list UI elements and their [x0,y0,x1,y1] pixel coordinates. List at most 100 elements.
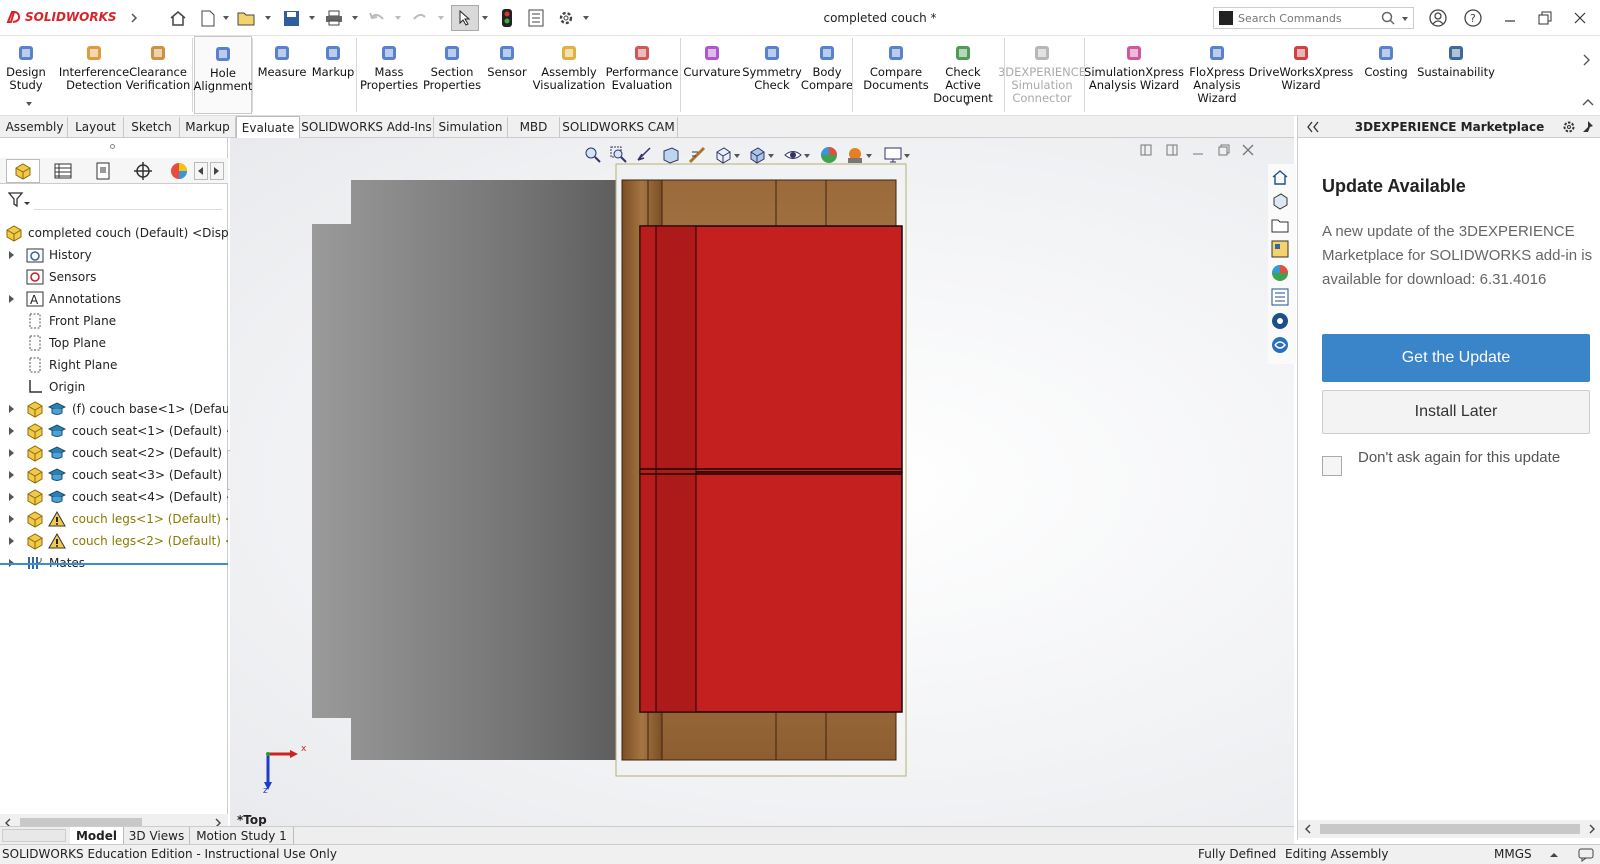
property-manager-tab[interactable] [46,159,80,183]
feature-manager-tab[interactable] [6,159,40,183]
pane-scroll-right-icon[interactable] [1588,824,1596,834]
help-icon[interactable]: ? [1463,8,1483,28]
design-library-icon[interactable] [1268,190,1292,212]
rebuild-icon[interactable] [497,8,517,28]
ribbon-button-floxpress-analysis[interactable]: FloXpress Analysis Wizard [1188,36,1246,114]
tree-item-couch-seat-1-default-d[interactable]: couch seat<1> (Default) <<D [0,420,228,442]
expand-arrow-icon[interactable] [9,515,14,523]
ribbon-button-3dexperience-simulation[interactable]: 3DEXPERIENCE Simulation Connector [998,36,1086,114]
menu-expand-icon[interactable] [124,8,144,28]
ribbon-button-assembly-visualization[interactable]: Assembly Visualization [532,36,606,114]
status-units[interactable]: MMGS [1494,847,1532,861]
expand-arrow-icon[interactable] [9,471,14,479]
ribbon-button-curvature[interactable]: Curvature [683,36,741,114]
tab-3d-views[interactable]: 3D Views [124,827,190,844]
close-window-icon[interactable] [1570,8,1590,28]
new-document-icon[interactable] [198,8,218,28]
custom-properties-icon[interactable] [1268,286,1292,308]
search-icon[interactable] [1381,11,1395,25]
ribbon-button-measure[interactable]: Measure [256,36,308,114]
expand-arrow-icon[interactable] [9,537,14,545]
select-dropdown-icon[interactable] [482,16,488,20]
ribbon-button-clearance-verification[interactable]: Clearance Verification [124,36,192,114]
couch-model-top-view[interactable] [230,138,1294,828]
user-profile-icon[interactable] [1428,8,1448,28]
ribbon-button-check-active-document[interactable]: Check Active Document [930,36,996,114]
tab-scroll-right-icon[interactable] [210,162,224,180]
tab-assembly[interactable]: Assembly [2,117,68,137]
design-study-dropdown-icon[interactable] [26,102,32,106]
ribbon-button-sustainability[interactable]: Sustainability [1417,36,1495,114]
tree-item-origin[interactable]: Origin [0,376,228,398]
tab-solidworks-add-ins[interactable]: SOLIDWORKS Add-Ins [300,117,434,137]
appearances-icon[interactable] [1268,262,1292,284]
tab-evaluate[interactable]: Evaluate [236,116,300,138]
bottom-nav-arrows[interactable] [2,829,66,842]
feedback-icon[interactable] [1578,848,1594,862]
pin-pane-icon[interactable] [1582,120,1594,134]
ribbon-button-body-compare[interactable]: Body Compare [801,36,853,114]
ribbon-button-simulationxpress-analysis-wizard[interactable]: SimulationXpress Analysis Wizard [1084,36,1184,114]
tree-item-couch-legs-1-default-d[interactable]: couch legs<1> (Default) <<D [0,508,228,530]
configuration-manager-tab[interactable] [86,159,120,183]
pane-scroll-left-icon[interactable] [1304,824,1312,834]
dont-ask-label[interactable]: Don't ask again for this update [1358,449,1560,466]
file-explorer-icon[interactable] [1268,214,1292,236]
new-dropdown-icon[interactable] [223,16,229,20]
select-icon[interactable] [451,5,479,31]
ribbon-button-symmetry-check[interactable]: Symmetry Check [742,36,802,114]
ribbon-collapse-icon[interactable] [1582,96,1594,110]
tree-item-front-plane[interactable]: Front Plane [0,310,228,332]
ribbon-button-compare-documents[interactable]: Compare Documents [863,36,929,114]
ribbon-button-hole-alignment[interactable]: Hole Alignment [194,36,252,114]
tree-item-couch-seat-2-default-d[interactable]: couch seat<2> (Default) <<D [0,442,228,464]
save-icon[interactable] [281,8,301,28]
home-icon[interactable] [168,8,188,28]
tree-item-couch-seat-3-default-d[interactable]: couch seat<3> (Default) <<D [0,464,228,486]
pane-scroll-thumb[interactable] [1320,824,1580,834]
3dexperience-marketplace-icon[interactable] [1268,310,1292,332]
dimxpert-tab[interactable] [126,159,160,183]
ribbon-button-sensor[interactable]: Sensor [482,36,532,114]
tree-root-assembly[interactable]: completed couch (Default) <Display S [0,222,228,244]
dont-ask-checkbox[interactable] [1322,456,1342,476]
save-dropdown-icon[interactable] [309,16,315,20]
tree-item-couch-seat-4-default-d[interactable]: couch seat<4> (Default) <<D [0,486,228,508]
units-dropdown-icon[interactable] [1550,852,1558,858]
graphics-area[interactable]: x z *Top [230,138,1294,828]
print-icon[interactable] [324,8,344,28]
search-dropdown-icon[interactable] [1402,17,1408,21]
tab-scroll-left-icon[interactable] [194,162,208,180]
expand-arrow-icon[interactable] [9,295,14,303]
tree-item-f-couch-base-1-default[interactable]: (f) couch base<1> (Default) < [0,398,228,420]
display-manager-tab[interactable] [166,159,192,183]
expand-arrow-icon[interactable] [9,405,14,413]
expand-arrow-icon[interactable] [9,427,14,435]
file-properties-icon[interactable] [526,8,546,28]
options-dropdown-icon[interactable] [583,16,589,20]
tab-markup[interactable]: Markup [180,117,236,137]
print-dropdown-icon[interactable] [352,16,358,20]
tree-item-annotations[interactable]: A Annotations [0,288,228,310]
tree-item-history[interactable]: History [0,244,228,266]
open-icon[interactable] [237,8,257,28]
ribbon-button-mass-properties[interactable]: Mass Properties [360,36,418,114]
get-update-button[interactable]: Get the Update [1322,334,1590,382]
redo-icon[interactable] [410,8,430,28]
expand-arrow-icon[interactable] [9,449,14,457]
ribbon-expand-icon[interactable] [1582,54,1592,69]
view-palette-icon[interactable] [1268,238,1292,260]
pane-settings-gear-icon[interactable] [1562,120,1576,134]
ribbon-button-interference-detection[interactable]: Interference Detection [54,36,134,114]
expand-arrow-icon[interactable] [9,493,14,501]
solidworks-logo[interactable]: SOLIDWORKS [6,9,117,25]
expand-arrow-icon[interactable] [9,251,14,259]
tree-item-sensors[interactable]: Sensors [0,266,228,288]
tab-solidworks-cam[interactable]: SOLIDWORKS CAM [560,117,678,137]
minimize-window-icon[interactable] [1500,8,1520,28]
ribbon-button-performance-evaluation[interactable]: Performance Evaluation [606,36,678,114]
tab-motion-study-1[interactable]: Motion Study 1 [190,827,294,844]
undo-dropdown-icon[interactable] [395,16,401,20]
undo-icon[interactable] [367,8,387,28]
filter-box[interactable] [34,190,222,210]
